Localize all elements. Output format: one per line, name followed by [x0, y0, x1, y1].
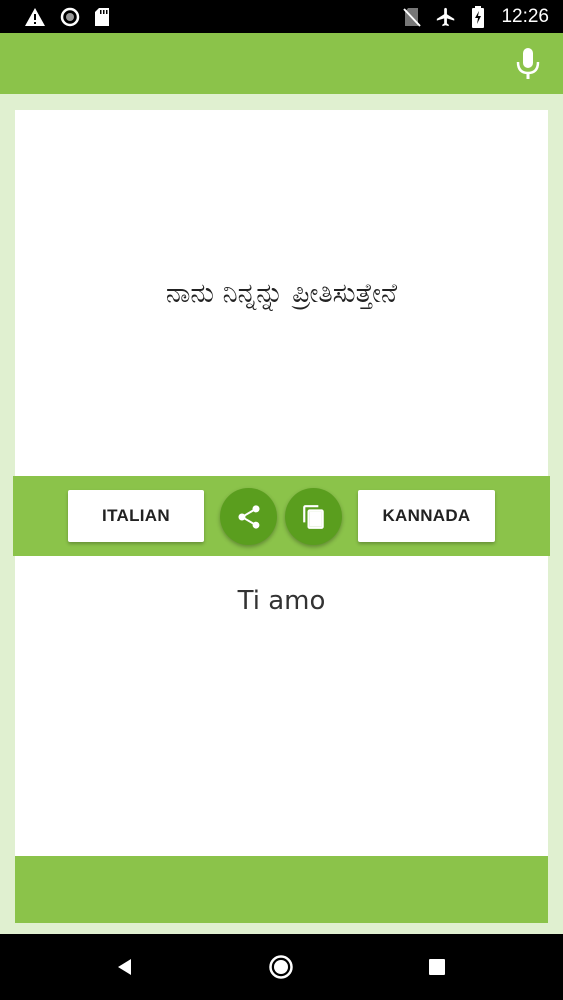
recents-square-icon	[428, 958, 446, 976]
home-button[interactable]	[266, 952, 296, 982]
airplane-icon	[435, 6, 457, 28]
language-control-strip: ITALIAN KANNADA	[13, 476, 550, 556]
target-text: Ti amo	[237, 586, 326, 616]
app-bar	[0, 33, 563, 94]
sd-card-icon	[94, 7, 110, 27]
navigation-bar	[0, 934, 563, 1000]
target-language-button[interactable]: KANNADA	[358, 490, 495, 542]
warning-icon	[24, 7, 46, 27]
circle-icon	[60, 7, 80, 27]
status-bar: 12:26	[0, 0, 563, 33]
status-right: 12:26	[403, 5, 549, 28]
share-button[interactable]	[220, 488, 277, 545]
copy-icon	[301, 503, 327, 531]
back-button[interactable]	[110, 952, 140, 982]
copy-button[interactable]	[285, 488, 342, 545]
microphone-icon[interactable]	[515, 47, 541, 81]
status-time: 12:26	[501, 5, 549, 27]
source-language-button[interactable]: ITALIAN	[68, 490, 204, 542]
source-text: ನಾನು ನಿನ್ನನ್ನು ಪ್ರೀತಿಸುತ್ತೇನೆ	[165, 278, 398, 309]
target-text-card[interactable]: Ti amo	[15, 556, 548, 856]
no-sim-icon	[403, 7, 422, 27]
bottom-banner	[15, 856, 548, 923]
recents-button[interactable]	[422, 952, 452, 982]
home-circle-icon	[268, 954, 294, 980]
share-icon	[235, 503, 263, 531]
battery-charging-icon	[471, 5, 485, 28]
status-left	[24, 7, 110, 27]
content-area: ನಾನು ನಿನ್ನನ್ನು ಪ್ರೀತಿಸುತ್ತೇನೆ ITALIAN KA…	[0, 94, 563, 934]
source-text-card[interactable]: ನಾನು ನಿನ್ನನ್ನು ಪ್ರೀತಿಸುತ್ತೇನೆ	[15, 110, 548, 476]
back-triangle-icon	[115, 957, 135, 977]
